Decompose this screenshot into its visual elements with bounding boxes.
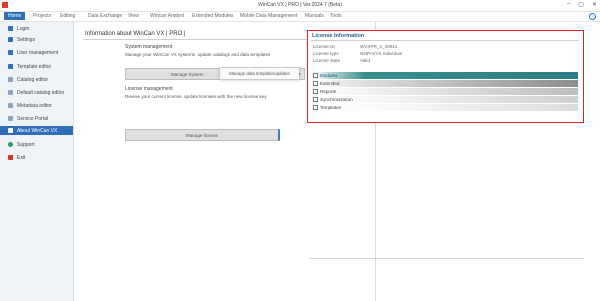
module-label: Reports xyxy=(320,89,337,94)
module-row[interactable]: Synchronization xyxy=(312,96,578,103)
system-management-desc: Manage your WinCan VX systems, update ca… xyxy=(125,52,271,57)
login-icon xyxy=(8,26,13,31)
sidebar-item-label: Exit xyxy=(17,154,26,161)
sidebar-item-support[interactable]: Support xyxy=(0,140,73,149)
info-icon xyxy=(8,128,13,133)
sidebar-item-label: Service Portal xyxy=(17,115,49,122)
module-row[interactable]: Modules xyxy=(312,72,578,79)
sidebar-item-login[interactable]: Login xyxy=(0,24,73,33)
default-catalog-icon xyxy=(8,90,13,95)
license-id-label: License ID xyxy=(313,44,335,49)
menu-extended-modules[interactable]: Extended Modules xyxy=(192,13,233,19)
menu-wincan-analyst[interactable]: Wincan Analyst xyxy=(150,13,184,19)
license-state-value: Valid xyxy=(360,58,370,63)
module-checkbox[interactable] xyxy=(313,89,318,94)
module-label: Templates xyxy=(320,105,341,110)
page-title: Information about WinCan VX | PRO | xyxy=(85,31,186,37)
exit-icon xyxy=(8,155,13,160)
module-row[interactable]: Reports xyxy=(312,88,578,95)
user-management-icon xyxy=(8,50,13,55)
license-id-value: WVXPR_4_40041 xyxy=(360,44,398,49)
sidebar-item-template-editor[interactable]: Template editor xyxy=(0,62,73,71)
module-row[interactable]: Extended xyxy=(312,80,578,87)
sidebar-item-about[interactable]: About WinCan VX xyxy=(0,126,73,135)
menu-tools[interactable]: Tools xyxy=(330,13,342,19)
sidebar-item-service-portal[interactable]: Service Portal xyxy=(0,114,73,123)
sidebar-item-user-management[interactable]: User management xyxy=(0,48,73,57)
sidebar-item-catalog-editor[interactable]: Catalog editor xyxy=(0,75,73,84)
module-label: Modules xyxy=(320,73,338,78)
license-info-title: License Information xyxy=(312,33,365,39)
module-checkbox[interactable] xyxy=(313,73,318,78)
license-type-value: NetPro/VX individual xyxy=(360,51,403,56)
bottom-divider xyxy=(309,258,584,259)
menu-projects[interactable]: Projects xyxy=(33,13,51,19)
license-information-panel: License Information License ID WVXPR_4_4… xyxy=(307,30,584,123)
menu-data-exchange[interactable]: Data Exchange xyxy=(88,13,122,19)
menu-editing[interactable]: Editing xyxy=(60,13,75,19)
sidebar-item-label: Settings xyxy=(17,36,36,43)
menu-manuals[interactable]: Manuals xyxy=(305,13,324,19)
menu-bar: Home Projects Editing Data Exchange View… xyxy=(0,12,600,22)
sidebar-item-default-catalog-editor[interactable]: Default catalog editor xyxy=(0,88,73,97)
sidebar-item-label: Catalog editor xyxy=(17,76,49,83)
minimize-icon[interactable]: – xyxy=(567,1,570,8)
license-state-label: License state xyxy=(313,58,341,63)
sidebar-item-label: User management xyxy=(17,49,59,56)
sidebar-item-label: Support xyxy=(17,141,35,148)
module-checkbox[interactable] xyxy=(313,105,318,110)
license-management-desc: Review your current license, update lice… xyxy=(125,94,267,99)
window-controls: – ▢ ✕ xyxy=(567,1,597,8)
license-type-label: License type xyxy=(313,51,339,56)
support-icon xyxy=(8,142,13,147)
settings-icon xyxy=(8,37,13,42)
close-icon[interactable]: ✕ xyxy=(592,1,597,8)
title-bar: WinCan VX | PRO | Ver.2024.7 (Beta) – ▢ … xyxy=(0,0,600,12)
module-label: Extended xyxy=(320,81,340,86)
system-management-title: System management xyxy=(125,44,173,50)
maximize-icon[interactable]: ▢ xyxy=(578,1,584,8)
service-portal-icon xyxy=(8,116,13,121)
module-checkbox[interactable] xyxy=(313,81,318,86)
sidebar-item-label: Template editor xyxy=(17,63,52,70)
dropdown-arrow-icon[interactable]: ▸ xyxy=(299,71,301,76)
manage-data-template-option[interactable]: Manage data template/updates xyxy=(219,67,300,80)
module-label: Synchronization xyxy=(320,97,353,102)
menu-home[interactable]: Home xyxy=(4,12,26,20)
sidebar-item-label: About WinCan VX xyxy=(17,127,58,134)
help-icon[interactable]: ? xyxy=(589,13,596,20)
sidebar: Login Settings User management Template … xyxy=(0,22,74,301)
manage-system-label: Manage System xyxy=(171,71,204,77)
menu-view[interactable]: View xyxy=(128,13,139,19)
license-management-title: License management xyxy=(125,86,173,92)
menu-mobile-data[interactable]: Mobile Data Management xyxy=(240,13,297,19)
sidebar-item-settings[interactable]: Settings xyxy=(0,35,73,44)
sidebar-item-label: Login xyxy=(17,25,30,32)
sidebar-item-label: Default catalog editor xyxy=(17,89,65,96)
sidebar-item-exit[interactable]: Exit xyxy=(0,153,73,162)
metadata-editor-icon xyxy=(8,103,13,108)
catalog-editor-icon xyxy=(8,77,13,82)
module-row[interactable]: Templates xyxy=(312,104,578,111)
module-checkbox[interactable] xyxy=(313,97,318,102)
manage-license-button[interactable]: Manage license xyxy=(125,129,280,141)
license-info-divider xyxy=(311,40,579,41)
template-editor-icon xyxy=(8,64,13,69)
window-title: WinCan VX | PRO | Ver.2024.7 (Beta) xyxy=(258,2,342,8)
sidebar-item-label: Metadata editor xyxy=(17,102,52,109)
sidebar-item-metadata-editor[interactable]: Metadata editor xyxy=(0,101,73,110)
